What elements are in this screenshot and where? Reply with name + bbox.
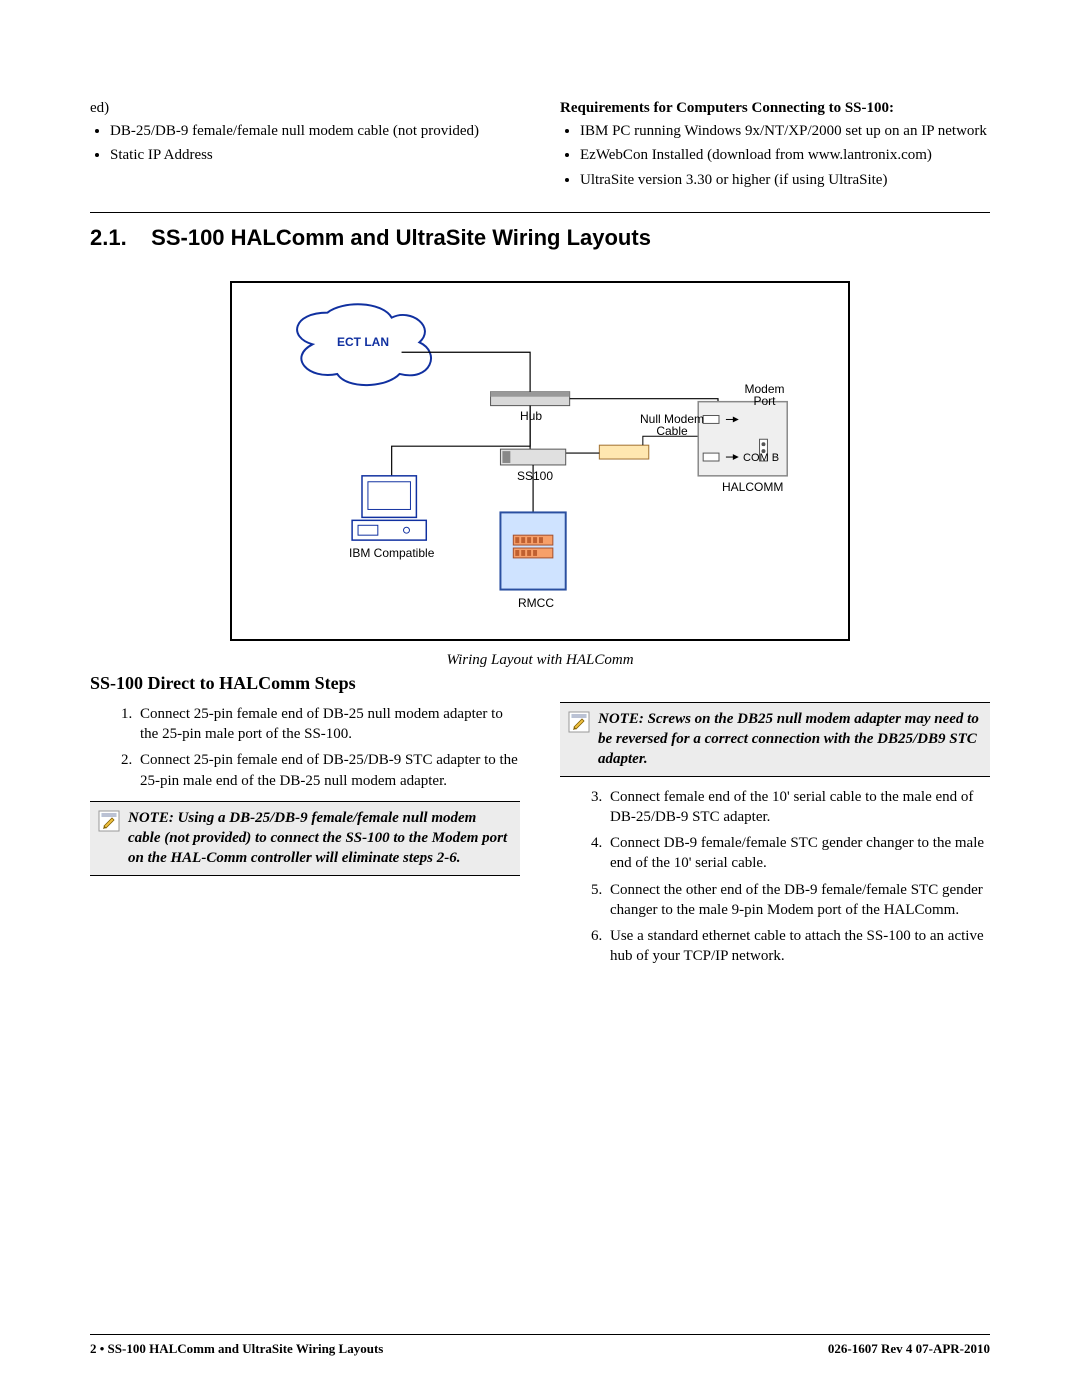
diagram-label-halcomm: HALCOMM [722,480,783,494]
step-item: Connect female end of the 10' serial cab… [606,787,990,828]
diagram-label-comb: COM B [743,452,779,464]
diagram-label-null-modem: Null Modem Cable [632,413,712,438]
top-left-col: ed) DB-25/DB-9 female/female null modem … [90,100,520,194]
diagram-label-rmcc: RMCC [518,596,554,610]
step-item: Connect the other end of the DB-9 female… [606,880,990,921]
note-text: NOTE: Using a DB-25/DB-9 female/female n… [128,808,512,869]
step-item: Connect 25-pin female end of DB-25/DB-9 … [136,750,520,791]
steps-list-left: Connect 25-pin female end of DB-25 null … [90,704,520,791]
note-right: NOTE: Screws on the DB25 null modem adap… [560,702,990,777]
wiring-diagram: ECT LAN Hub Modem Port Null Modem Cable … [230,281,850,641]
footer-right: 026-1607 Rev 4 07-APR-2010 [828,1341,990,1357]
diagram-label-modem-port: Modem Port [737,383,792,407]
list-item: IBM PC running Windows 9x/NT/XP/2000 set… [580,121,990,141]
diagram-label-ss100: SS100 [517,469,553,483]
section-title: 2.1. SS-100 HALComm and UltraSite Wiring… [90,225,990,251]
section-name: SS-100 HALComm and UltraSite Wiring Layo… [151,225,651,250]
top-columns: ed) DB-25/DB-9 female/female null modem … [90,100,990,194]
figure-wrap: ECT LAN Hub Modem Port Null Modem Cable … [90,281,990,646]
diagram-label-hub: Hub [520,409,542,423]
requirements-bullets: IBM PC running Windows 9x/NT/XP/2000 set… [560,121,990,190]
step-item: Connect 25-pin female end of DB-25 null … [136,704,520,745]
continuation-fragment: ed) [90,100,520,117]
top-right-col: Requirements for Computers Connecting to… [560,100,990,194]
diagram-label-ibm: IBM Compatible [349,546,434,560]
footer-left: 2 • SS-100 HALComm and UltraSite Wiring … [90,1341,383,1357]
steps-columns: Connect 25-pin female end of DB-25 null … [90,698,990,973]
requirements-heading: Requirements for Computers Connecting to… [560,100,990,117]
pencil-note-icon [98,810,120,837]
section-divider [90,212,990,213]
steps-right-col: NOTE: Screws on the DB25 null modem adap… [560,698,990,973]
subsection-title: SS-100 Direct to HALComm Steps [90,673,990,694]
figure-caption: Wiring Layout with HALComm [90,652,990,669]
list-item: Static IP Address [110,145,520,165]
hardware-bullets: DB-25/DB-9 female/female null modem cabl… [90,121,520,166]
list-item: UltraSite version 3.30 or higher (if usi… [580,170,990,190]
note-left: NOTE: Using a DB-25/DB-9 female/female n… [90,801,520,876]
step-item: Connect DB-9 female/female STC gender ch… [606,833,990,874]
diagram-label-ectlan: ECT LAN [337,335,389,349]
list-item: DB-25/DB-9 female/female null modem cabl… [110,121,520,141]
pencil-note-icon [568,711,590,738]
steps-left-col: Connect 25-pin female end of DB-25 null … [90,698,520,973]
section-number: 2.1. [90,225,127,250]
note-text: NOTE: Screws on the DB25 null modem adap… [598,709,982,770]
list-item: EzWebCon Installed (download from www.la… [580,145,990,165]
page-footer: 2 • SS-100 HALComm and UltraSite Wiring … [90,1334,990,1357]
steps-list-right: Connect female end of the 10' serial cab… [560,787,990,967]
step-item: Use a standard ethernet cable to attach … [606,926,990,967]
